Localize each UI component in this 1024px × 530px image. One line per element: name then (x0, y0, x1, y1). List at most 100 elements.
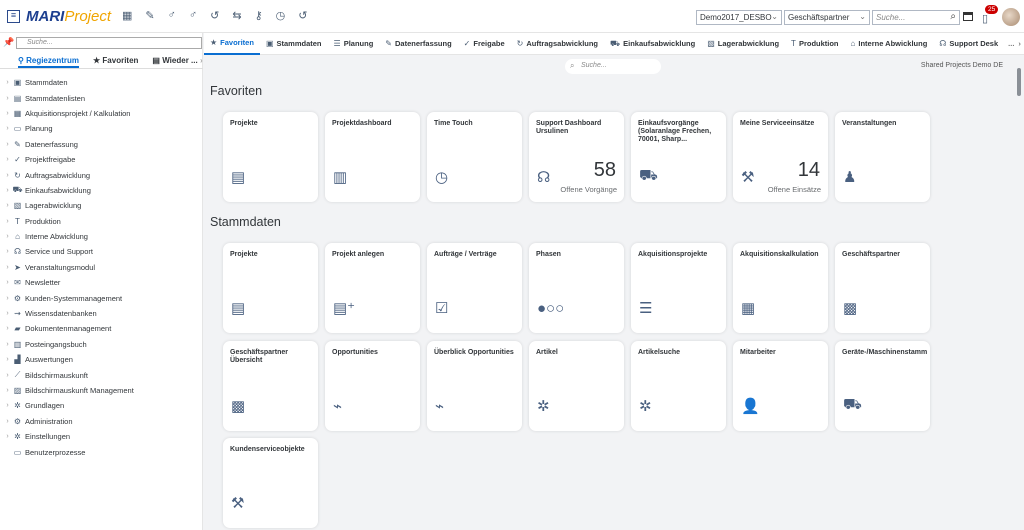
tile[interactable]: Projektdashboard ▥ (325, 112, 420, 202)
scrollbar-thumb[interactable] (1017, 68, 1021, 96)
tab-stammdaten[interactable]: ▣ Stammdaten (260, 33, 328, 55)
expand-icon[interactable]: › (3, 248, 12, 255)
history2-icon[interactable]: ↺ (298, 9, 307, 22)
sidebar-item[interactable]: › ☊ Service und Support (0, 244, 203, 259)
tab-planung[interactable]: ☰ Planung (328, 33, 380, 55)
sidebar-item[interactable]: › ▟ Auswertungen (0, 352, 203, 367)
expand-icon[interactable]: › (3, 233, 12, 240)
sidebar-item[interactable]: › ⚙ Administration (0, 414, 203, 429)
expand-icon[interactable]: › (3, 356, 12, 363)
client-select[interactable]: Demo2017_DESBO ⌄ (696, 10, 782, 25)
sidebar-item[interactable]: › ⛟ Einkaufsabwicklung (0, 183, 203, 198)
tab-datenerfassung[interactable]: ✎ Datenerfassung (379, 33, 457, 55)
expand-icon[interactable]: › (3, 402, 12, 409)
tab-freigabe[interactable]: ✓ Freigabe (458, 33, 511, 55)
expand-icon[interactable]: › (3, 79, 12, 86)
expand-icon[interactable]: › (3, 187, 12, 194)
more-tabs-icon[interactable]: ... (1008, 39, 1014, 48)
tab-auftragsabwicklung[interactable]: ↻ Auftragsabwicklung (511, 33, 604, 55)
sidebar-item[interactable]: › ▤ Stammdatenlisten (0, 90, 203, 105)
sidebar-tab-regiezentrum[interactable]: ⚲ Regiezentrum (18, 53, 79, 68)
expand-icon[interactable]: › (3, 310, 12, 317)
expand-icon[interactable]: › (3, 125, 12, 132)
tab-einkaufsabwicklung[interactable]: ⛟ Einkaufsabwicklung (604, 33, 701, 55)
expand-icon[interactable]: › (3, 172, 12, 179)
expand-icon[interactable]: › (3, 325, 12, 332)
transfer-icon[interactable]: ⇆ (232, 9, 241, 22)
global-search-input[interactable]: Suche... ⌕ (872, 10, 960, 25)
tile[interactable]: Geräte-/Maschinenstamm ⛟ (835, 341, 930, 431)
expand-icon[interactable]: › (3, 418, 12, 425)
expand-icon[interactable]: › (3, 141, 12, 148)
expand-icon[interactable]: › (3, 279, 12, 286)
tab-favoriten[interactable]: ★ Favoriten (204, 33, 260, 55)
object-type-select[interactable]: Geschäftspartner ⌄ (784, 10, 870, 25)
expand-icon[interactable]: › (3, 295, 12, 302)
tab-interne-abwicklung[interactable]: ⌂ Interne Abwicklung (845, 33, 934, 55)
window-icon[interactable] (963, 12, 973, 21)
expand-icon[interactable]: › (3, 433, 12, 440)
sidebar-tab-wieder[interactable]: ▤ Wieder ... › (152, 53, 202, 68)
tile[interactable]: Meine Serviceeinsätze ⚒ 14 Offene Einsätze (733, 112, 828, 202)
tile[interactable]: Geschäftspartner Übersicht ▩ (223, 341, 318, 431)
sidebar-item[interactable]: › ⟋ Bildschirmauskunft (0, 367, 203, 382)
expand-icon[interactable]: › (3, 202, 12, 209)
search-icon[interactable]: ⌕ (950, 11, 956, 22)
tile[interactable]: Kundenserviceobjekte ⚒ (223, 438, 318, 528)
sidebar-item[interactable]: › ➤ Veranstaltungsmodul (0, 260, 203, 275)
chevron-right-icon[interactable]: › (1018, 39, 1021, 48)
key-icon[interactable]: ⚷ (255, 9, 263, 22)
more-icon[interactable]: ... (191, 56, 198, 65)
menu-icon[interactable]: ≡ (7, 10, 20, 23)
expand-icon[interactable]: › (3, 156, 12, 163)
expand-icon[interactable]: › (3, 95, 12, 102)
tab-support-desk[interactable]: ☊ Support Desk (933, 33, 1004, 55)
expand-icon[interactable]: › (3, 110, 12, 117)
tile[interactable]: Support Dashboard Ursulinen ☊ 58 Offene Vor… (529, 112, 624, 202)
timer-icon[interactable]: ◷ (276, 9, 286, 22)
expand-icon[interactable]: › (3, 264, 12, 271)
tile[interactable]: Phasen ●○○ (529, 243, 624, 333)
history-icon[interactable]: ↺ (210, 9, 219, 22)
pin-icon[interactable]: 📌 (3, 37, 14, 48)
brand-logo[interactable]: MARIProject (26, 8, 111, 25)
tile[interactable]: Akquisitionsprojekte ☰ (631, 243, 726, 333)
scrollbar[interactable] (1016, 58, 1022, 530)
tab-produktion[interactable]: T Produktion (785, 33, 844, 55)
notification-icon[interactable]: ▯ (982, 12, 988, 25)
tile[interactable]: Überblick Opportunities ⌁ (427, 341, 522, 431)
sidebar-tab-favoriten[interactable]: ★ Favoriten (93, 53, 138, 68)
sidebar-item[interactable]: › ✲ Einstellungen (0, 429, 203, 444)
sidebar-item[interactable]: › ⌂ Interne Abwicklung (0, 229, 203, 244)
tile[interactable]: Projekte ▤ (223, 112, 318, 202)
sidebar-item[interactable]: › ✉ Newsletter (0, 275, 203, 290)
tile[interactable]: Projekt anlegen ▤⁺ (325, 243, 420, 333)
tile[interactable]: Artikel ✲ (529, 341, 624, 431)
sidebar-item[interactable]: › T Produktion (0, 214, 203, 229)
expand-icon[interactable]: › (3, 341, 12, 348)
avatar[interactable] (1002, 8, 1020, 26)
sidebar-item[interactable]: › ▰ Dokumentenmanagement (0, 321, 203, 336)
user-add-icon[interactable]: ♂ (168, 9, 176, 22)
sidebar-item[interactable]: › ✓ Projektfreigabe (0, 152, 203, 167)
sidebar-item[interactable]: › ✲ Grundlagen (0, 398, 203, 413)
tile[interactable]: Opportunities ⌁ (325, 341, 420, 431)
tile[interactable]: Artikelsuche ✲ (631, 341, 726, 431)
tile[interactable]: Einkaufsvorgänge (Solaranlage Frechen, 7… (631, 112, 726, 202)
tab-lagerabwicklung[interactable]: ▧ Lagerabwicklung (701, 33, 785, 55)
sidebar-item[interactable]: › ⇝ Wissensdatenbanken (0, 306, 203, 321)
tile[interactable]: Akquisitionskalkulation ▦ (733, 243, 828, 333)
sidebar-item[interactable]: › ▣ Stammdaten (0, 75, 203, 90)
tile[interactable]: Projekte ▤ (223, 243, 318, 333)
sidebar-search-input[interactable]: Suche... (16, 37, 202, 49)
content-search-input[interactable]: ⌕ Suche... (565, 59, 661, 74)
sidebar-item[interactable]: › ↻ Auftragsabwicklung (0, 167, 203, 182)
tile[interactable]: Geschäftspartner ▩ (835, 243, 930, 333)
tile[interactable]: Time Touch ◷ (427, 112, 522, 202)
expand-icon[interactable]: › (3, 218, 12, 225)
sidebar-item[interactable]: › ▦ Akquisitionsprojekt / Kalkulation (0, 106, 203, 121)
sidebar-item[interactable]: ▭ Benutzerprozesse (0, 444, 203, 459)
sidebar-item[interactable]: › ⚙ Kunden-Systemmanagement (0, 290, 203, 305)
sidebar-item[interactable]: › ▨ Bildschirmauskunft Management (0, 383, 203, 398)
expand-icon[interactable]: › (3, 387, 12, 394)
